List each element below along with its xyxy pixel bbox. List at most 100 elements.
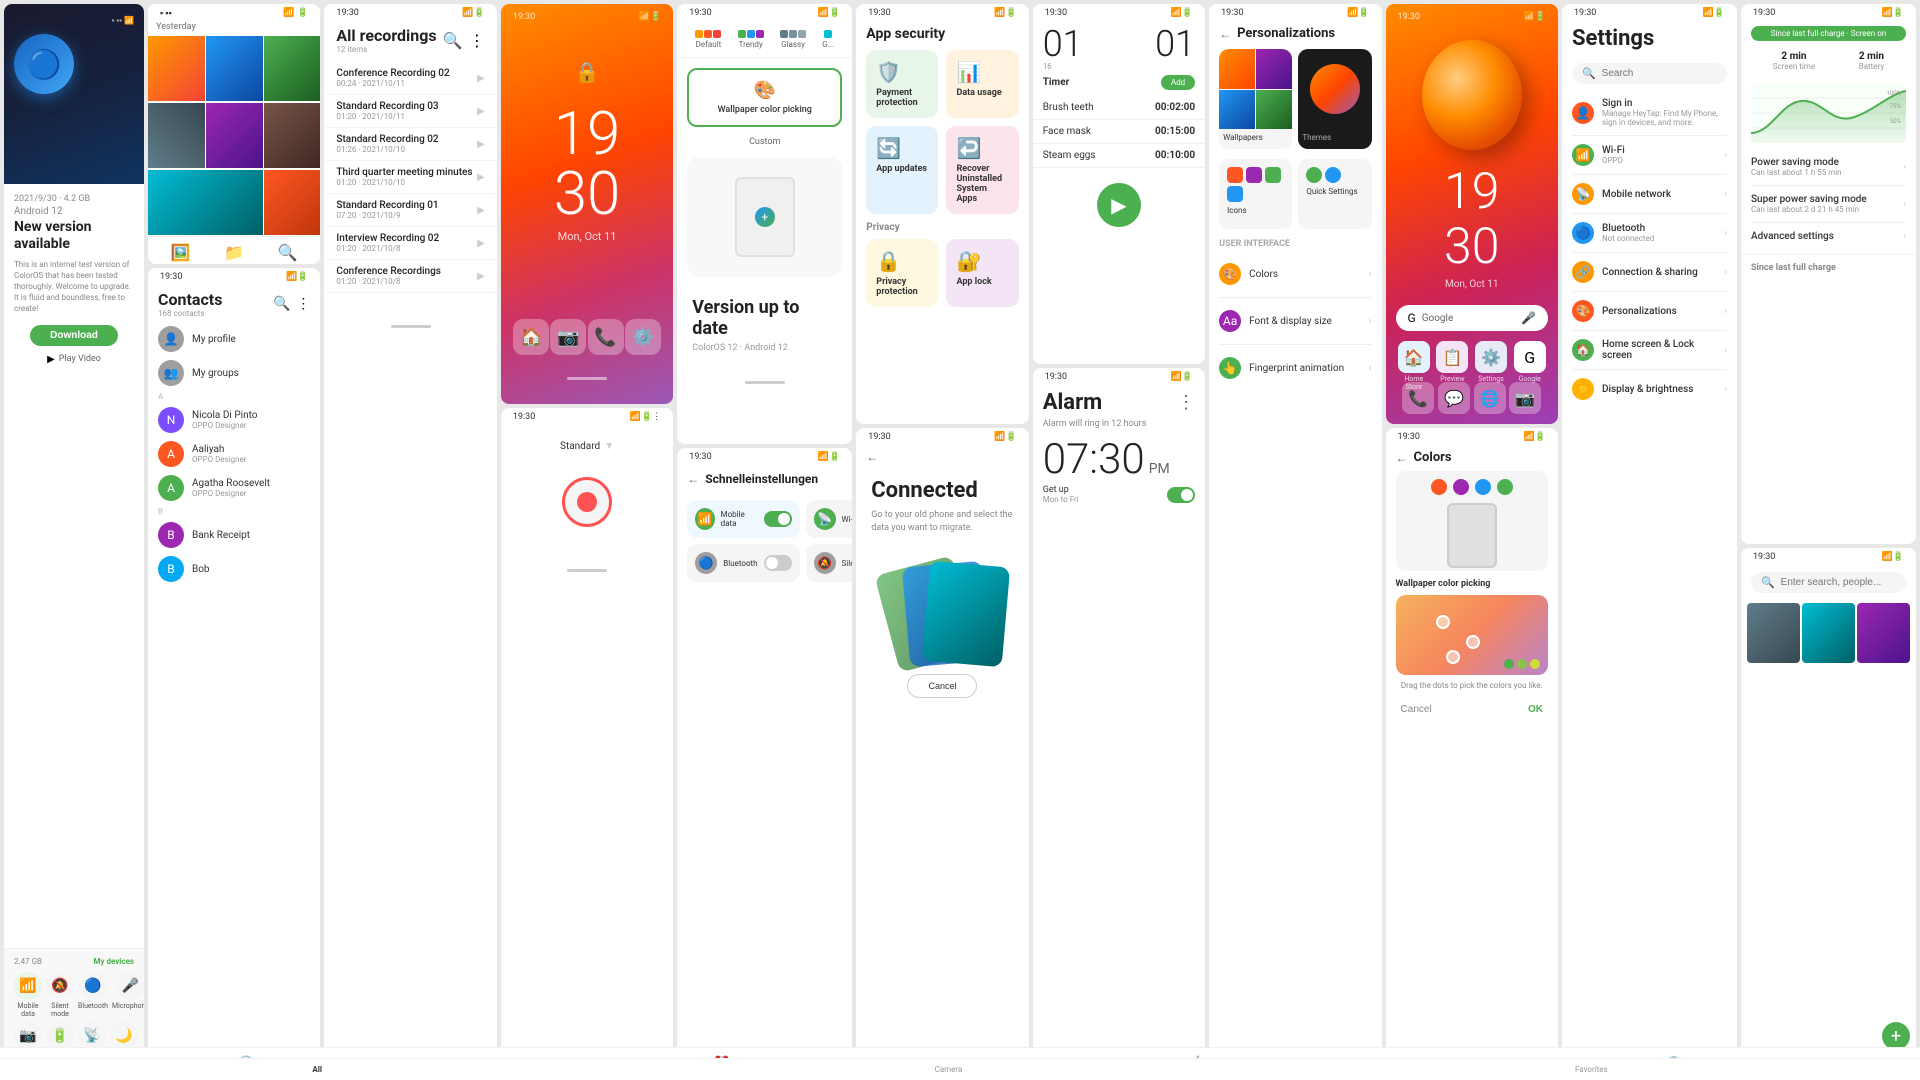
timer-item[interactable]: Face mask 00:15:00	[1033, 120, 1205, 144]
fingerprint-settings-item[interactable]: 👆 Fingerprint animation ›	[1219, 349, 1371, 387]
color-swatch[interactable]	[1453, 479, 1469, 495]
gallery-explore-tab[interactable]: 🔍	[278, 243, 298, 262]
settings-app-icon[interactable]: ⚙️	[625, 319, 661, 355]
colors-back-icon[interactable]: ←	[1396, 451, 1408, 465]
color-pick-dot[interactable]	[1436, 615, 1450, 629]
timer-add-button[interactable]: Add	[1161, 75, 1195, 90]
toggle-mic[interactable]: 🎤 Microphone	[112, 972, 144, 1018]
theme-trendy[interactable]: Trendy	[738, 30, 764, 49]
photo-thumb[interactable]	[1857, 603, 1910, 663]
colors-ok-button[interactable]: OK	[1528, 704, 1543, 715]
settings-bluetooth[interactable]: 🔵 Bluetooth Not connected ›	[1562, 214, 1737, 252]
theme-default[interactable]: Default	[695, 30, 721, 49]
recording-item[interactable]: Conference Recording 02 00:24 · 2021/10/…	[324, 62, 496, 95]
recording-active-phone: 19:30 📶🔋⋮ Standard ▼	[501, 408, 673, 1076]
qs-toggle[interactable]: 📶 Mobile data	[687, 500, 799, 538]
recording-item[interactable]: Third quarter meeting minutes 01:20 · 20…	[324, 161, 496, 194]
people-search-input[interactable]	[1781, 577, 1913, 588]
dock-icon[interactable]: 💬	[1438, 382, 1470, 414]
camera-app-icon[interactable]: 📷	[550, 319, 586, 355]
contact-item[interactable]: 👥 My groups	[148, 356, 320, 390]
connected-title: Connected	[871, 478, 1013, 503]
colors-settings-item[interactable]: 🎨 Colors ›	[1219, 255, 1371, 293]
custom-option[interactable]: Custom	[685, 137, 844, 147]
gallery-photos-tab[interactable]: 🖼️	[171, 243, 191, 262]
theme-glassy[interactable]: Glassy	[780, 30, 806, 49]
settings-wifi[interactable]: 📶 Wi-Fi OPPO ›	[1562, 136, 1737, 174]
photo-thumb[interactable]	[1747, 603, 1800, 663]
contacts-search-icon[interactable]: 🔍	[273, 296, 290, 312]
security-app-updates[interactable]: 🔄 App updates	[866, 126, 938, 214]
settings-display[interactable]: ☀️ Display & brightness ›	[1562, 370, 1737, 408]
recording-item[interactable]: Standard Recording 03 01:20 · 2021/10/11…	[324, 95, 496, 128]
search-icon[interactable]: 🔍	[443, 31, 463, 50]
toggle-bluetooth[interactable]: 🔵 Bluetooth	[78, 972, 108, 1018]
recording-item[interactable]: Standard Recording 02 01:26 · 2021/10/10…	[324, 128, 496, 161]
app-lock[interactable]: 🔐 App lock	[946, 239, 1018, 307]
timer-item[interactable]: Brush teeth 00:02:00	[1033, 96, 1205, 120]
settings-mobile-network[interactable]: 📡 Mobile network ›	[1562, 175, 1737, 213]
settings-connection[interactable]: 🔗 Connection & sharing ›	[1562, 253, 1737, 291]
super-power-saving-item[interactable]: Super power saving mode Can last about 2…	[1741, 186, 1916, 222]
version-title: Version up to date	[692, 297, 837, 339]
wallpapers-option[interactable]: Wallpapers	[1219, 49, 1292, 149]
icons-option[interactable]: Icons	[1219, 159, 1292, 229]
settings-sign-in[interactable]: 👤 Sign in Manage HeyTap: Find My Phone, …	[1562, 90, 1737, 135]
dock-icon[interactable]: 📞	[1402, 382, 1434, 414]
recording-item-standard01[interactable]: Standard Recording 01 07:20 · 2021/10/9 …	[324, 194, 496, 227]
dock-icon[interactable]: 🌐	[1474, 382, 1506, 414]
contact-item[interactable]: A Aaliyah OPPO Designer	[148, 437, 320, 471]
alarm-title: Alarm	[1043, 390, 1103, 415]
recording-item[interactable]: Conference Recordings 01:20 · 2021/10/8 …	[324, 260, 496, 293]
security-data-usage[interactable]: 📊 Data usage	[946, 50, 1018, 118]
more-icon[interactable]: ⋮	[469, 31, 485, 50]
dock-icon[interactable]: 📷	[1509, 382, 1541, 414]
personalizations-settings-icon: 🎨	[1572, 300, 1594, 322]
settings-search-bar[interactable]: 🔍	[1572, 63, 1727, 84]
alarm-toggle[interactable]	[1167, 487, 1195, 503]
wallpaper-color-picking-option[interactable]: 🎨 Wallpaper color picking	[687, 68, 842, 127]
contact-item[interactable]: B Bob	[148, 552, 320, 586]
toggle-silent[interactable]: 🔕 Silent mode	[46, 972, 74, 1018]
record-button[interactable]	[562, 477, 612, 527]
quick-settings-personalization[interactable]: Quick Settings	[1298, 159, 1371, 229]
security-payment[interactable]: 🛡️ Payment protection	[866, 50, 938, 118]
connected-cancel-button[interactable]: Cancel	[907, 674, 977, 698]
people-search-bar[interactable]: 🔍	[1751, 572, 1906, 593]
contact-item[interactable]: N Nicola Di Pinto OPPO Designer	[148, 403, 320, 437]
themes-option[interactable]: Themes	[1298, 49, 1371, 149]
colors-cancel-button[interactable]: Cancel	[1401, 704, 1432, 715]
settings-home-screen[interactable]: 🏠 Home screen & Lock screen ›	[1562, 331, 1737, 369]
color-swatch[interactable]	[1475, 479, 1491, 495]
color-pick-dot[interactable]	[1446, 650, 1460, 664]
font-display-settings-item[interactable]: Aa Font & display size ›	[1219, 302, 1371, 340]
contact-item[interactable]: 👤 My profile	[148, 322, 320, 356]
home-app-icon[interactable]: 🏠	[513, 319, 549, 355]
recording-item[interactable]: Interview Recording 02 01:20 · 2021/10/8…	[324, 227, 496, 260]
color-swatch[interactable]	[1497, 479, 1513, 495]
toggle-mobile-data[interactable]: 📶 Mobile data	[14, 972, 42, 1018]
power-saving-item[interactable]: Power saving mode Can last about 1 h 55 …	[1741, 149, 1916, 185]
theme-g[interactable]: G...	[822, 30, 834, 49]
security-recover[interactable]: ↩️ Recover Uninstalled System Apps	[946, 126, 1018, 214]
qs-toggle[interactable]: 🔕 Silent	[806, 544, 853, 582]
qs-toggle[interactable]: 🔵 Bluetooth	[687, 544, 799, 582]
photo-thumb[interactable]	[1802, 603, 1855, 663]
timer-play-button[interactable]: ▶	[1097, 183, 1141, 227]
gallery-albums-tab[interactable]: 📁	[224, 243, 244, 262]
download-button[interactable]: Download	[30, 325, 118, 346]
phone-app-icon[interactable]: 📞	[588, 319, 624, 355]
alarm-more-icon[interactable]: ⋮	[1177, 392, 1195, 413]
settings-personalizations[interactable]: 🎨 Personalizations ›	[1562, 292, 1737, 330]
settings-search-input[interactable]	[1602, 68, 1734, 79]
contact-item[interactable]: A Agatha Roosevelt OPPO Designer	[148, 471, 320, 505]
color-swatch[interactable]	[1431, 479, 1447, 495]
timer-item[interactable]: Steam eggs 00:10:00	[1033, 144, 1205, 168]
privacy-protection[interactable]: 🔒 Privacy protection	[866, 239, 938, 307]
advanced-settings-item[interactable]: Advanced settings ›	[1741, 223, 1916, 250]
qs-toggle[interactable]: 📡 Wi-Fi	[806, 500, 853, 538]
color-pick-dot[interactable]	[1466, 635, 1480, 649]
contact-item[interactable]: B Bank Receipt	[148, 518, 320, 552]
contacts-more-icon[interactable]: ⋮	[296, 296, 310, 312]
google-search-bar[interactable]: G Google 🎤	[1396, 305, 1548, 331]
